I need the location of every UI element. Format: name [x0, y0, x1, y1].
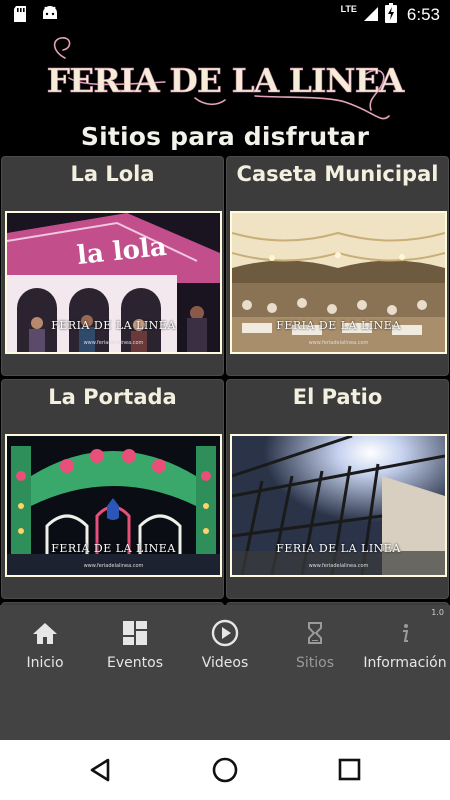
hourglass-icon	[270, 619, 360, 647]
clock: 6:53	[406, 5, 440, 24]
logo-text: FERIA DE LA LINEA	[47, 61, 405, 100]
card-title: Caseta Municipal	[236, 162, 439, 186]
system-navigation-bar	[0, 740, 450, 800]
nav-item-eventos[interactable]: Eventos	[90, 619, 180, 671]
dashboard-icon	[90, 619, 180, 647]
home-circle-icon	[212, 757, 238, 783]
place-photo[interactable]: FERIA DE LA LINEA www.feriadelalinea.com	[230, 211, 447, 354]
place-photo[interactable]: FERIA DE LA LINEA www.feriadelalinea.com	[5, 434, 222, 577]
photo-url: www.feriadelalinea.com	[308, 563, 369, 569]
photo-url: www.feriadelalinea.com	[83, 563, 144, 569]
card-title: La Portada	[48, 385, 177, 409]
nav-label: Inicio	[26, 655, 64, 671]
play-circle-icon	[180, 619, 270, 647]
recents-button[interactable]	[338, 758, 362, 786]
nav-label: Sitios	[295, 655, 334, 671]
place-card-el-patio[interactable]: El Patio FERIA DE LA LINEA www.feriadela…	[226, 379, 449, 599]
place-photo[interactable]: la lola FERIA DE LA LINEA www.feriadelal…	[5, 211, 222, 354]
home-button[interactable]	[211, 756, 239, 788]
photo-url: www.feriadelalinea.com	[308, 340, 369, 346]
battery-charging-icon	[384, 3, 397, 27]
place-photo[interactable]: FERIA DE LA LINEA www.feriadelalinea.com	[230, 434, 447, 577]
page-subtitle: Sitios para disfrutar	[80, 122, 370, 151]
nav-item-inicio[interactable]: Inicio	[0, 619, 90, 671]
home-icon	[0, 619, 90, 647]
photo-watermark: FERIA DE LA LINEA	[51, 319, 176, 332]
nav-label: Eventos	[107, 655, 163, 671]
app-version: 1.0	[431, 608, 444, 617]
header: FERIA DE LA LINEA Sitios para disfrutar	[0, 30, 450, 155]
android-icon	[40, 5, 60, 27]
nav-label: Videos	[201, 655, 249, 671]
network-type: LTE	[340, 4, 357, 14]
nav-item-informacion[interactable]: Información	[360, 619, 450, 671]
place-card-la-lola[interactable]: La Lola la lola FERIA DE LA LINEA www.fe…	[1, 156, 224, 376]
place-card-caseta-municipal[interactable]: Caseta Municipal FERIA DE LA LINEA www.f…	[226, 156, 449, 376]
places-grid: La Lola la lola FERIA DE LA LINEA www.fe…	[0, 155, 450, 605]
nav-item-sitios[interactable]: Sitios	[270, 619, 360, 671]
nav-item-videos[interactable]: Videos	[180, 619, 270, 671]
place-card-la-portada[interactable]: La Portada FERIA DE LA LINEA www.feriade…	[1, 379, 224, 599]
info-icon	[360, 619, 450, 647]
photo-watermark: FERIA DE LA LINEA	[276, 542, 401, 555]
recents-icon	[338, 758, 361, 781]
photo-watermark: FERIA DE LA LINEA	[276, 319, 401, 332]
nav-label: Información	[363, 655, 447, 671]
photo-url: www.feriadelalinea.com	[83, 340, 144, 346]
photo-watermark: FERIA DE LA LINEA	[51, 542, 176, 555]
back-button[interactable]	[88, 757, 112, 787]
status-bar: LTE 6:53	[0, 0, 450, 30]
signal-icon	[363, 4, 379, 26]
card-title: El Patio	[292, 385, 383, 409]
back-icon	[90, 758, 110, 782]
bottom-navigation: 1.0 Inicio Eventos Videos Sitios Informa…	[0, 605, 450, 740]
app-logo: FERIA DE LA LINEA	[46, 37, 405, 120]
sd-card-icon	[12, 5, 28, 27]
card-title: La Lola	[70, 162, 155, 186]
